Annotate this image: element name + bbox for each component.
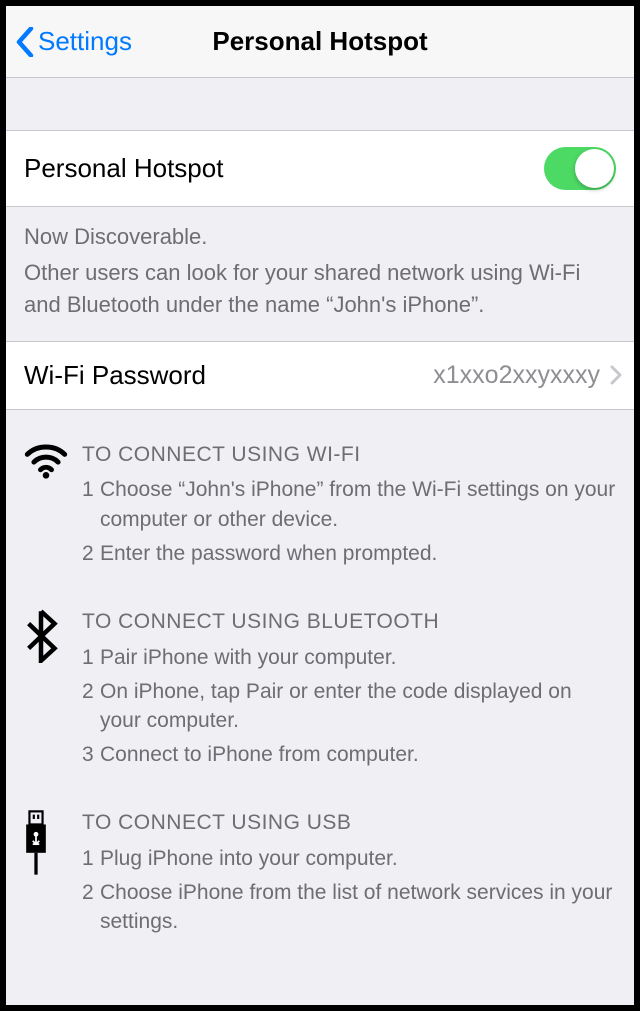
back-button[interactable]: Settings [16,26,132,57]
instruction-usb-text: TO CONNECT USING USB 1 Plug iPhone into … [68,808,616,941]
step-number: 2 [82,539,100,569]
hotspot-toggle-label: Personal Hotspot [24,153,223,184]
instruction-usb-header: TO CONNECT USING USB [82,808,616,838]
step-text: Choose iPhone from the list of network s… [100,878,616,938]
wifi-password-row[interactable]: Wi-Fi Password x1xxo2xxyxxxy [6,342,634,410]
step-text: Pair iPhone with your computer. [100,643,616,673]
wifi-password-label: Wi-Fi Password [24,360,206,391]
chevron-left-icon [16,27,34,57]
settings-screen: Settings Personal Hotspot Personal Hotsp… [0,0,640,1011]
bluetooth-icon [24,607,68,774]
step-number: 1 [82,844,100,874]
step-text: Choose “John's iPhone” from the Wi-Fi se… [100,475,616,535]
instruction-bluetooth-header: TO CONNECT USING BLUETOOTH [82,607,616,637]
step-number: 1 [82,643,100,673]
discoverable-description: Now Discoverable. Other users can look f… [6,207,634,342]
instruction-wifi-header: TO CONNECT USING WI-FI [82,440,616,470]
page-title: Personal Hotspot [212,26,427,57]
instructions-area: TO CONNECT USING WI-FI 1 Choose “John's … [6,410,634,960]
nav-bar: Settings Personal Hotspot [6,6,634,78]
wifi-icon [24,440,68,573]
toggle-knob [575,149,614,188]
hotspot-toggle-row: Personal Hotspot [6,130,634,207]
usb-icon [24,808,68,941]
chevron-right-icon [610,365,622,385]
instruction-bluetooth-text: TO CONNECT USING BLUETOOTH 1 Pair iPhone… [68,607,616,774]
hotspot-toggle[interactable] [544,147,616,190]
step-number: 1 [82,475,100,535]
step-text: On iPhone, tap Pair or enter the code di… [100,677,616,737]
back-label: Settings [38,26,132,57]
wifi-password-value: x1xxo2xxyxxxy [433,361,600,390]
instruction-usb: TO CONNECT USING USB 1 Plug iPhone into … [24,808,616,941]
instruction-wifi-text: TO CONNECT USING WI-FI 1 Choose “John's … [68,440,616,573]
discoverable-line1: Now Discoverable. [24,221,616,253]
step-number: 2 [82,878,100,938]
step-text: Plug iPhone into your computer. [100,844,616,874]
instruction-wifi: TO CONNECT USING WI-FI 1 Choose “John's … [24,440,616,573]
step-number: 2 [82,677,100,737]
discoverable-line2: Other users can look for your shared net… [24,257,616,321]
step-text: Connect to iPhone from computer. [100,740,616,770]
instruction-bluetooth: TO CONNECT USING BLUETOOTH 1 Pair iPhone… [24,607,616,774]
spacer [6,78,634,130]
step-text: Enter the password when prompted. [100,539,616,569]
step-number: 3 [82,740,100,770]
